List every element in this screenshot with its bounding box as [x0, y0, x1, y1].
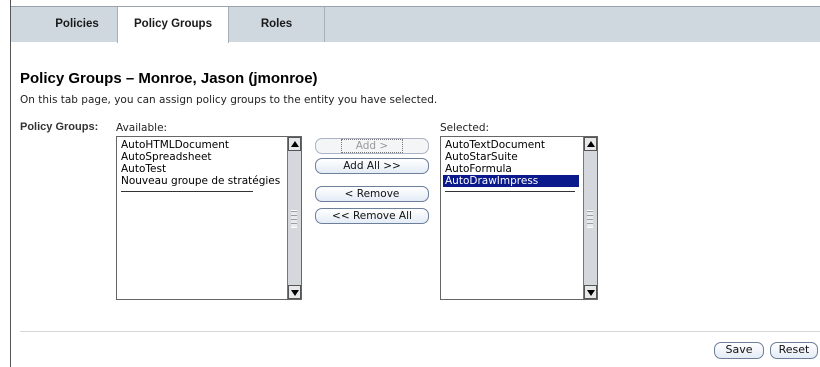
remove-button[interactable]: < Remove [315, 186, 429, 202]
list-item-selected[interactable]: AutoDrawImpress [443, 175, 579, 187]
selected-label: Selected: [440, 122, 490, 134]
add-all-button[interactable]: Add All >> [315, 158, 429, 174]
scroll-grip-icon [291, 210, 297, 228]
list-item[interactable]: AutoSpreadsheet [119, 151, 283, 163]
scroll-up-button[interactable] [584, 137, 597, 151]
save-button[interactable]: Save [714, 342, 764, 359]
list-separator [121, 191, 253, 192]
arrow-up-icon [587, 141, 595, 147]
scroll-grip-icon [587, 210, 593, 228]
add-button-label: Add > [340, 139, 404, 153]
tab-policy-groups[interactable]: Policy Groups [117, 7, 229, 43]
tab-roles[interactable]: Roles [229, 7, 325, 42]
list-item[interactable]: AutoStarSuite [443, 151, 579, 163]
footer-divider [20, 331, 820, 332]
policy-groups-label: Policy Groups: [20, 121, 99, 133]
remove-all-button[interactable]: << Remove All [315, 208, 429, 224]
page-title: Policy Groups – Monroe, Jason (jmonroe) [20, 70, 318, 87]
list-separator [445, 191, 575, 192]
scroll-down-button[interactable] [288, 285, 301, 299]
list-item[interactable]: AutoTextDocument [443, 139, 579, 151]
selected-scrollbar[interactable] [583, 137, 597, 299]
add-button[interactable]: Add > [315, 138, 429, 154]
scroll-down-button[interactable] [584, 285, 597, 299]
list-item[interactable]: AutoFormula [443, 163, 579, 175]
list-item[interactable]: Nouveau groupe de stratégies [119, 175, 283, 187]
tab-policies[interactable]: Policies [31, 7, 124, 42]
list-item[interactable]: AutoTest [119, 163, 283, 175]
available-listbox[interactable]: AutoHTMLDocument AutoSpreadsheet AutoTes… [116, 136, 302, 300]
tab-bar: Policies Policy Groups Roles [11, 6, 820, 43]
arrow-down-icon [291, 290, 299, 296]
arrow-down-icon [587, 290, 595, 296]
page-description: On this tab page, you can assign policy … [20, 94, 438, 106]
arrow-up-icon [291, 141, 299, 147]
available-scrollbar[interactable] [287, 137, 301, 299]
reset-button[interactable]: Reset [770, 342, 818, 359]
scroll-up-button[interactable] [288, 137, 301, 151]
available-label: Available: [116, 122, 168, 134]
selected-listbox[interactable]: AutoTextDocument AutoStarSuite AutoFormu… [440, 136, 598, 300]
list-item[interactable]: AutoHTMLDocument [119, 139, 283, 151]
